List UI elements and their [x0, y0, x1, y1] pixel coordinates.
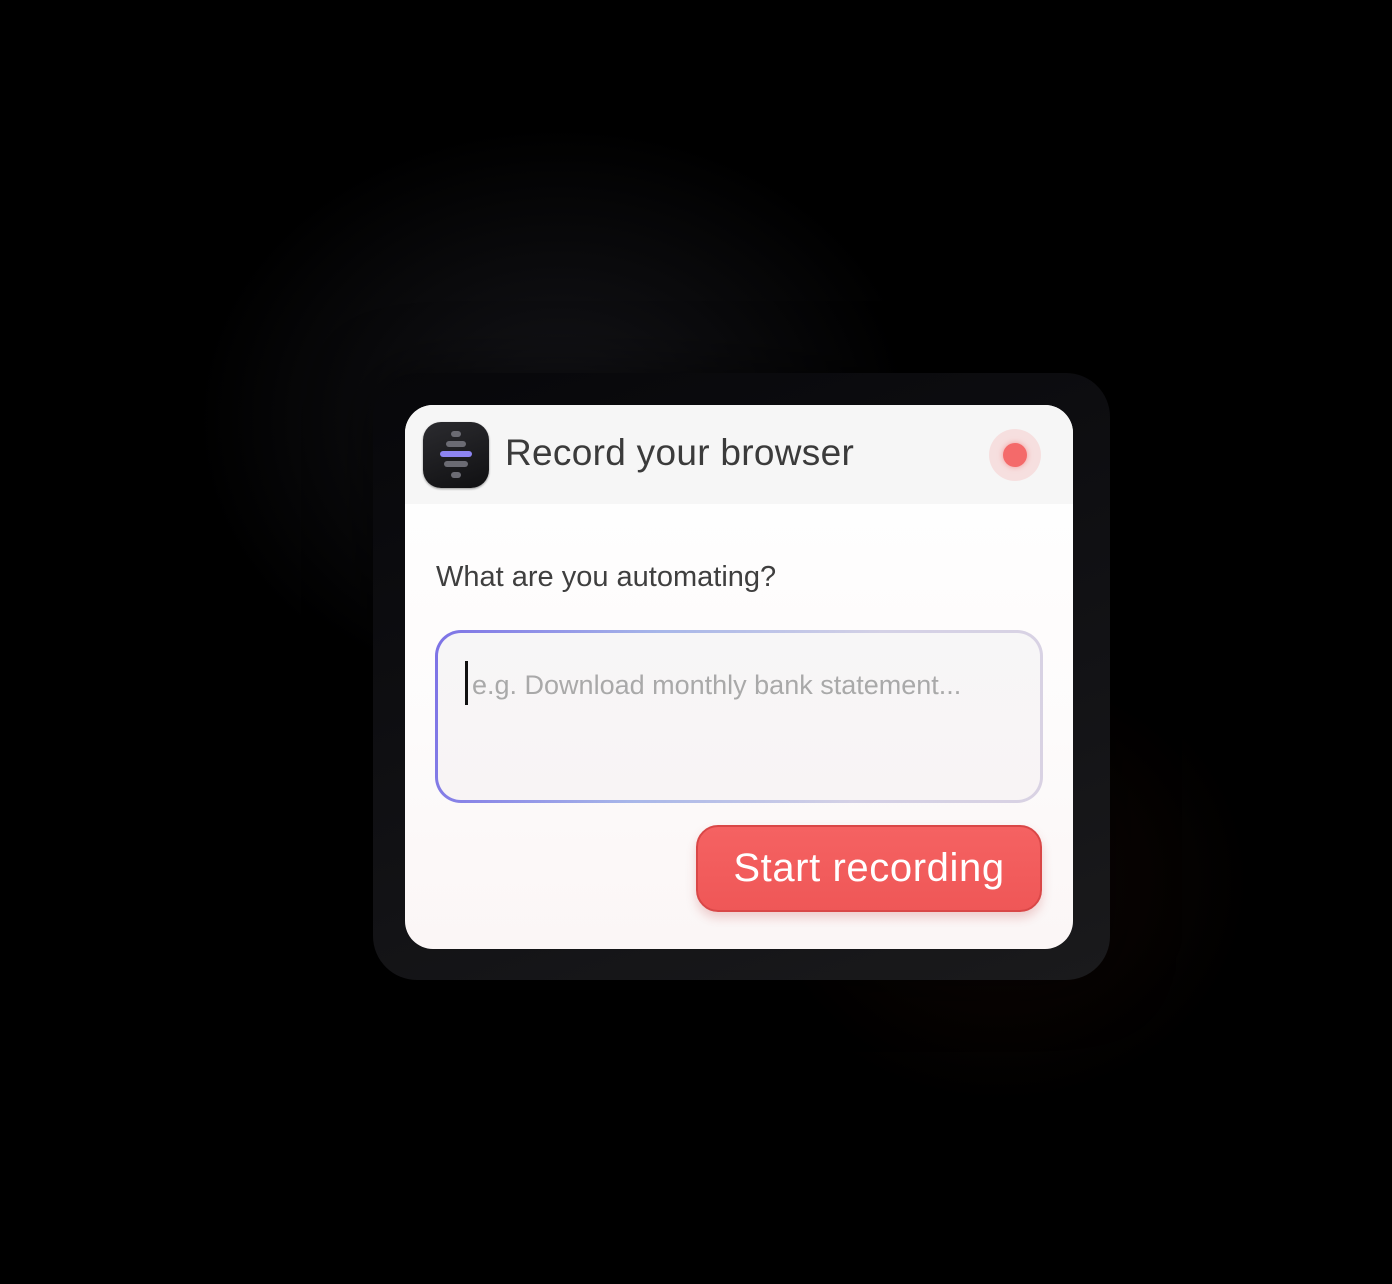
task-input-placeholder: e.g. Download monthly bank statement...	[472, 670, 962, 700]
record-browser-dialog: Record your browser What are you automat…	[405, 405, 1073, 949]
record-dot-icon	[1003, 443, 1027, 467]
dialog-title: Record your browser	[505, 432, 855, 473]
task-input-border: e.g. Download monthly bank statement...	[435, 630, 1043, 803]
dialog-header: Record your browser	[405, 405, 1073, 504]
background: Record your browser What are you automat…	[0, 0, 1392, 1284]
start-recording-button[interactable]: Start recording	[696, 825, 1042, 912]
text-caret	[465, 661, 468, 705]
bars-logo-icon	[423, 422, 489, 488]
task-input[interactable]: e.g. Download monthly bank statement...	[438, 633, 1040, 800]
question-label: What are you automating?	[436, 561, 777, 593]
recording-indicator[interactable]	[989, 429, 1041, 481]
